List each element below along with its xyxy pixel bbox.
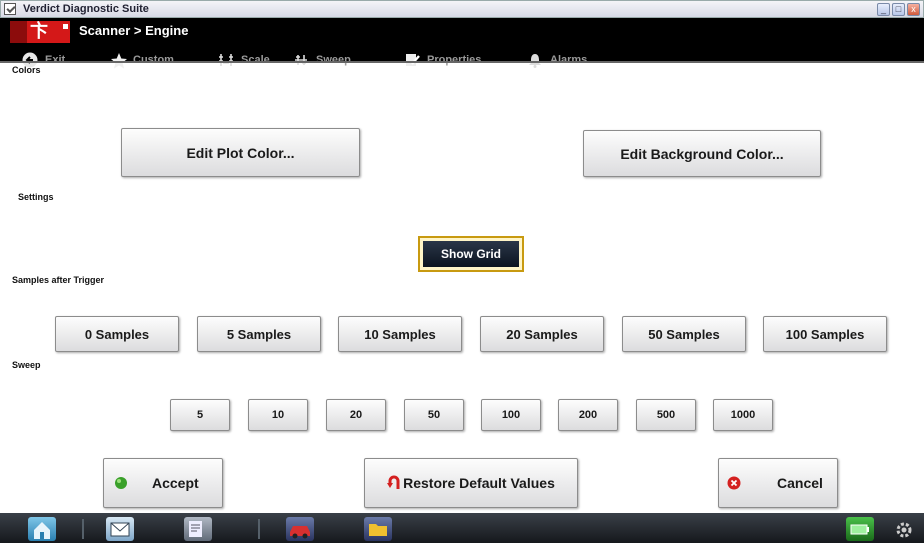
settings-icon[interactable]: [890, 517, 918, 541]
sweep-section-label: Sweep: [12, 360, 41, 370]
restore-icon: [387, 475, 401, 491]
sweep-200-button[interactable]: 200: [558, 399, 618, 431]
alarms-label: Alarms: [550, 54, 588, 66]
close-button[interactable]: x: [907, 3, 920, 16]
battery-icon: [846, 517, 874, 541]
sweep-100-button[interactable]: 100: [481, 399, 541, 431]
check-circle-icon: [114, 476, 128, 490]
sweep-1000-button[interactable]: 1000: [713, 399, 773, 431]
toolbar: Exit Custom Scale Sweep Properties Alarm…: [0, 48, 924, 72]
envelope-icon[interactable]: [106, 517, 134, 541]
custom-label: Custom: [133, 54, 174, 66]
maximize-button[interactable]: □: [892, 3, 905, 16]
window-title: Verdict Diagnostic Suite: [23, 3, 149, 15]
sweep-50-button[interactable]: 50: [404, 399, 464, 431]
show-grid-label: Show Grid: [423, 241, 519, 267]
colors-section-label: Colors: [12, 65, 41, 75]
edit-background-color-button[interactable]: Edit Background Color...: [583, 130, 821, 177]
breadcrumb: Scanner > Engine: [79, 23, 189, 38]
star-icon: [110, 52, 127, 69]
sweep-label: Sweep: [316, 54, 351, 66]
samples-50-button[interactable]: 50 Samples: [622, 316, 746, 352]
samples-10-button[interactable]: 10 Samples: [338, 316, 462, 352]
scale-label: Scale: [241, 54, 270, 66]
properties-icon: [404, 52, 420, 68]
snap-on-logo-icon: 卞: [10, 21, 70, 43]
cancel-icon: [727, 476, 741, 490]
restore-default-values-button[interactable]: Restore Default Values: [364, 458, 578, 508]
sweep-icon: [293, 52, 309, 68]
home-icon[interactable]: [28, 517, 56, 541]
scale-icon: [218, 52, 234, 68]
sweep-5-button[interactable]: 5: [170, 399, 230, 431]
accept-button[interactable]: Accept: [103, 458, 223, 508]
samples-5-button[interactable]: 5 Samples: [197, 316, 321, 352]
taskbar: [0, 513, 924, 543]
exit-label: Exit: [45, 54, 66, 66]
header-divider: [0, 61, 924, 63]
scale-button[interactable]: Scale: [218, 48, 270, 72]
app-header: 卞 Scanner > Engine Exit Custom Scale Swe…: [0, 18, 924, 69]
car-icon[interactable]: [286, 517, 314, 541]
taskbar-separator: [82, 519, 84, 539]
accept-label: Accept: [152, 475, 199, 491]
minimize-button[interactable]: _: [877, 3, 890, 16]
alarms-button[interactable]: Alarms: [527, 48, 587, 72]
cancel-button[interactable]: Cancel: [718, 458, 838, 508]
sweep-10-button[interactable]: 10: [248, 399, 308, 431]
window-title-bar: Verdict Diagnostic Suite _ □ x: [0, 0, 924, 18]
settings-section-label: Settings: [18, 192, 54, 202]
sweep-20-button[interactable]: 20: [326, 399, 386, 431]
properties-button[interactable]: Properties: [404, 48, 481, 72]
taskbar-separator: [258, 519, 260, 539]
sweep-500-button[interactable]: 500: [636, 399, 696, 431]
bell-icon: [527, 52, 543, 68]
folder-icon[interactable]: [364, 517, 392, 541]
sweep-button[interactable]: Sweep: [293, 48, 351, 72]
notepad-icon[interactable]: [184, 517, 212, 541]
show-grid-toggle[interactable]: Show Grid: [418, 236, 524, 272]
app-icon: [4, 3, 16, 15]
properties-label: Properties: [427, 54, 482, 66]
samples-100-button[interactable]: 100 Samples: [763, 316, 887, 352]
custom-button[interactable]: Custom: [110, 48, 174, 72]
samples-section-label: Samples after Trigger: [12, 275, 105, 285]
samples-20-button[interactable]: 20 Samples: [480, 316, 604, 352]
edit-plot-color-button[interactable]: Edit Plot Color...: [121, 128, 360, 177]
restore-label: Restore Default Values: [403, 475, 555, 491]
cancel-label: Cancel: [777, 475, 823, 491]
samples-0-button[interactable]: 0 Samples: [55, 316, 179, 352]
